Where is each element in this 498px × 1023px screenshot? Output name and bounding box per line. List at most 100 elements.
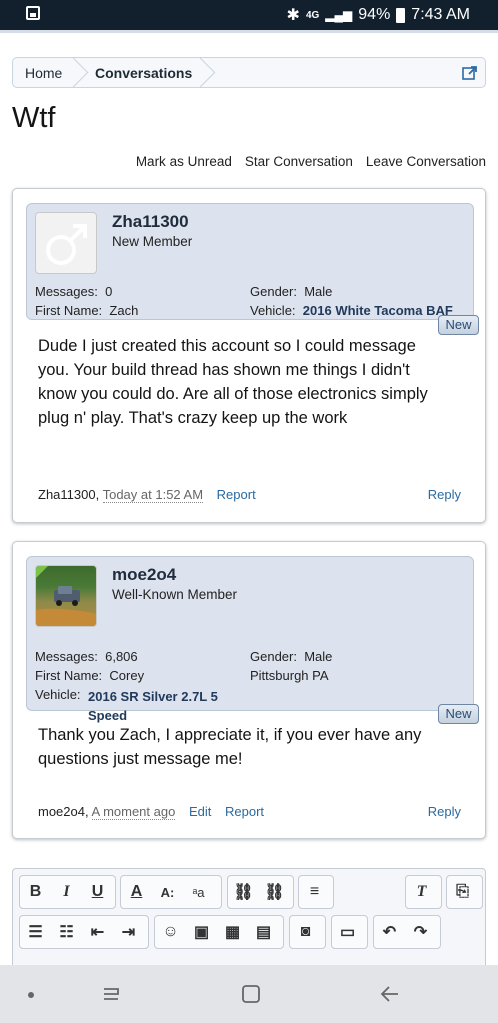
clock: 7:43 AM (411, 6, 470, 23)
unlink-icon[interactable]: ⛓ (259, 876, 290, 908)
breadcrumb-home[interactable]: Home (13, 58, 85, 87)
text-color-icon[interactable]: A (121, 876, 152, 908)
breadcrumb-conversations-label: Conversations (95, 64, 193, 81)
first-name-value: Zach (109, 303, 139, 318)
username[interactable]: moe2o4 (112, 565, 176, 585)
messages-count: 6,806 (105, 649, 138, 664)
font-family-icon[interactable]: ᵃa (183, 876, 214, 908)
gender-value: Male (304, 284, 333, 299)
message-footer: moe2o4, A moment ago Edit Report Reply (38, 804, 461, 820)
vehicle-field: Vehicle: 2016 White Tacoma BAF (250, 303, 453, 318)
recent-apps-icon[interactable] (100, 983, 122, 1005)
message-date[interactable]: A moment ago (91, 804, 176, 820)
location-value: Pittsburgh PA (250, 668, 329, 683)
remove-format-group: T (405, 875, 442, 909)
remove-format-icon[interactable]: T (406, 876, 437, 908)
bold-icon[interactable]: B (20, 876, 51, 908)
messages-count-field: Messages: 0 (35, 284, 113, 299)
reply-link[interactable]: Reply (428, 804, 461, 819)
quote-icon[interactable]: ▤ (248, 916, 279, 948)
username[interactable]: Zha11300 (112, 212, 189, 232)
male-avatar-icon (46, 224, 87, 265)
star-conversation-link[interactable]: Star Conversation (245, 154, 353, 169)
reply-editor[interactable]: B I U A A: ᵃa ⛓ ⛓ ≡ T ⎘ ☰ ☷ ⇤ ⇥ ☺ ▣ ▦ ▤ … (12, 868, 486, 978)
avatar[interactable] (35, 212, 97, 274)
toggle-bbcode-icon[interactable]: ⎘ (447, 876, 478, 908)
align-group: ≡ (298, 875, 334, 909)
vehicle-value: 2016 White Tacoma BAF (302, 303, 453, 318)
user-info-block: Zha11300 New Member Messages: 0 Gender: … (26, 203, 474, 320)
indent-icon[interactable]: ⇥ (113, 916, 144, 948)
image-icon[interactable]: ▣ (186, 916, 217, 948)
breadcrumb-home-label: Home (25, 64, 63, 81)
history-group: ↶ ↷ (373, 915, 441, 949)
status-bar: ✱ 4G ▂▄▆ 94% 7:43 AM (0, 0, 498, 30)
message-item: moe2o4 Well-Known Member Messages: 6,806… (12, 541, 486, 839)
battery-icon (396, 7, 406, 23)
outdent-icon[interactable]: ⇤ (82, 916, 113, 948)
vehicle-field: 2016 SR Silver 2.7L 5 Speed (88, 687, 233, 725)
conversation-actions: Mark as Unread Star Conversation Leave C… (136, 154, 486, 169)
media-icon[interactable]: ▦ (217, 916, 248, 948)
save-group: ▭ (331, 915, 368, 949)
vehicle-label: Vehicle: (35, 687, 81, 702)
bluetooth-icon: ✱ (286, 7, 300, 24)
user-title: New Member (112, 234, 193, 249)
signal-icon: ▂▄▆ (325, 8, 353, 22)
message-body: Dude I just created this account so I co… (38, 337, 428, 427)
system-nav-bar (0, 965, 498, 1023)
link-group: ⛓ ⛓ (227, 875, 294, 909)
header-strip (0, 30, 498, 33)
underline-icon[interactable]: U (82, 876, 113, 908)
gender-value: Male (304, 649, 333, 664)
link-icon[interactable]: ⛓ (228, 876, 259, 908)
edit-link[interactable]: Edit (189, 804, 211, 819)
messages-count-field: Messages: 6,806 (35, 649, 138, 664)
bullet-list-icon[interactable]: ☰ (20, 916, 51, 948)
truck-photo (36, 566, 96, 626)
smilie-icon[interactable]: ☺ (155, 916, 186, 948)
gender-field: Gender: Male (250, 649, 333, 664)
font-group: A A: ᵃa (120, 875, 222, 909)
back-icon[interactable] (378, 983, 402, 1005)
author-name[interactable]: moe2o4, (38, 804, 89, 819)
report-link[interactable]: Report (225, 804, 264, 819)
battery-percent: 94% (358, 6, 391, 23)
avatar[interactable] (35, 565, 97, 627)
author-name[interactable]: Zha11300, (38, 487, 99, 502)
messages-count: 0 (105, 284, 113, 299)
undo-icon[interactable]: ↶ (374, 916, 405, 948)
message-date[interactable]: Today at 1:52 AM (102, 487, 204, 503)
breadcrumb: Home Conversations (12, 57, 486, 88)
user-info-block: moe2o4 Well-Known Member Messages: 6,806… (26, 556, 474, 723)
home-icon[interactable] (240, 983, 262, 1005)
save-icon[interactable]: ▭ (332, 916, 363, 948)
gender-field: Gender: Male (250, 284, 333, 299)
first-name-field: First Name: Zach (35, 303, 139, 318)
first-name-value: Corey (109, 668, 145, 683)
redo-icon[interactable]: ↷ (405, 916, 436, 948)
camera-icon[interactable]: ◙ (290, 916, 321, 948)
page-title: Wtf (12, 102, 56, 134)
network-label: 4G (305, 9, 320, 21)
leave-conversation-link[interactable]: Leave Conversation (366, 154, 486, 169)
numbered-list-icon[interactable]: ☷ (51, 916, 82, 948)
italic-icon[interactable]: I (51, 876, 82, 908)
mark-unread-link[interactable]: Mark as Unread (136, 154, 232, 169)
external-link-icon[interactable] (462, 65, 478, 81)
report-link[interactable]: Report (217, 487, 256, 502)
new-badge: New (438, 315, 479, 335)
first-name-field: First Name: Corey (35, 668, 145, 683)
list-group: ☰ ☷ ⇤ ⇥ (19, 915, 149, 949)
reply-link[interactable]: Reply (428, 487, 461, 502)
dot-icon[interactable] (26, 990, 36, 1000)
new-badge: New (438, 704, 479, 724)
vehicle-value: 2016 SR Silver 2.7L 5 Speed (88, 689, 218, 723)
message-footer: Zha11300, Today at 1:52 AM Report Reply (38, 487, 461, 503)
gallery-icon (26, 6, 40, 25)
font-size-icon[interactable]: A: (152, 876, 183, 908)
text-style-group: B I U (19, 875, 116, 909)
align-icon[interactable]: ≡ (299, 876, 330, 908)
breadcrumb-conversations[interactable]: Conversations (85, 58, 212, 87)
message-body: Thank you Zach, I appreciate it, if you … (38, 726, 422, 768)
